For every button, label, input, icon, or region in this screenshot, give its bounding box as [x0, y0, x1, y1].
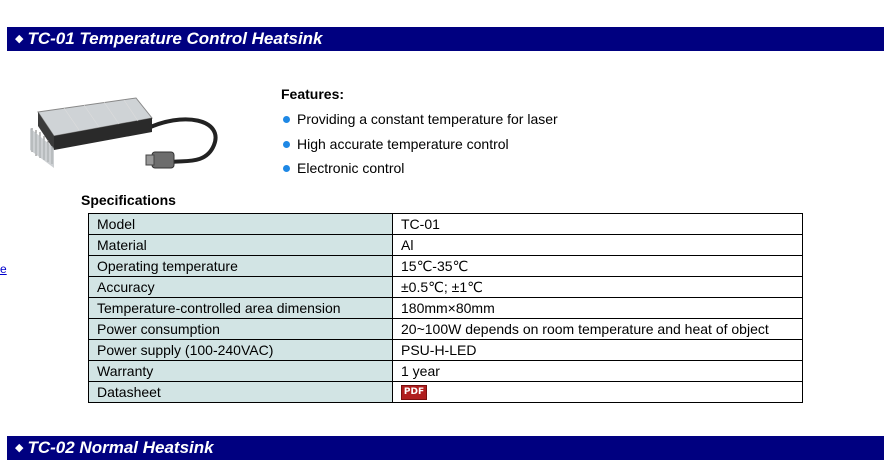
specifications-table: Model TC-01 Material Al Operating temperat… — [88, 213, 803, 403]
feature-item: High accurate temperature control — [281, 135, 558, 160]
dot-icon — [283, 140, 290, 148]
section-header-tc02: ◆ TC-02 Normal Heatsink — [7, 436, 884, 460]
feature-item: Providing a constant temperature for las… — [281, 110, 558, 135]
side-link-fragment[interactable]: e — [0, 262, 7, 276]
table-row: Datasheet PDF — [88, 381, 803, 403]
spec-value: 15℃-35℃ — [392, 255, 803, 277]
features-list: Providing a constant temperature for las… — [281, 110, 558, 184]
table-row: Material Al — [88, 234, 803, 256]
spec-value: PSU-H-LED — [392, 339, 803, 361]
spec-value: 1 year — [392, 360, 803, 382]
spec-value: Al — [392, 234, 803, 256]
diamond-icon: ◆ — [15, 442, 24, 454]
pdf-icon[interactable]: PDF — [401, 385, 427, 401]
specifications-heading: Specifications — [81, 192, 176, 208]
feature-item: Electronic control — [281, 159, 558, 184]
spec-label: Model — [88, 213, 393, 235]
diamond-icon: ◆ — [15, 33, 24, 45]
spec-value: PDF — [392, 381, 803, 403]
spec-value: TC-01 — [392, 213, 803, 235]
section-title: TC-02 Normal Heatsink — [27, 438, 214, 457]
spec-label: Power consumption — [88, 318, 393, 340]
table-row: Model TC-01 — [88, 213, 803, 235]
table-row: Operating temperature 15℃-35℃ — [88, 255, 803, 277]
features-heading: Features: — [281, 86, 345, 102]
spec-label: Material — [88, 234, 393, 256]
table-row: Power consumption 20~100W depends on room… — [88, 318, 803, 340]
dot-icon — [283, 116, 290, 123]
dot-icon — [283, 165, 290, 172]
spec-label: Datasheet — [88, 381, 393, 403]
table-row: Accuracy ±0.5℃; ±1℃ — [88, 276, 803, 298]
spec-value: 20~100W depends on room temperature and … — [392, 318, 803, 340]
table-row: Warranty 1 year — [88, 360, 803, 382]
spec-label: Power supply (100-240VAC) — [88, 339, 393, 361]
section-header-tc01: ◆ TC-01 Temperature Control Heatsink — [7, 27, 884, 51]
spec-label: Warranty — [88, 360, 393, 382]
table-row: Power supply (100-240VAC) PSU-H-LED — [88, 339, 803, 361]
spec-value: ±0.5℃; ±1℃ — [392, 276, 803, 298]
spec-label: Accuracy — [88, 276, 393, 298]
spec-value: 180mm×80mm — [392, 297, 803, 319]
table-row: Temperature-controlled area dimension 180… — [88, 297, 803, 319]
spec-label: Operating temperature — [88, 255, 393, 277]
heatsink-image — [30, 97, 218, 169]
spec-label: Temperature-controlled area dimension — [88, 297, 393, 319]
section-title: TC-01 Temperature Control Heatsink — [27, 29, 323, 48]
